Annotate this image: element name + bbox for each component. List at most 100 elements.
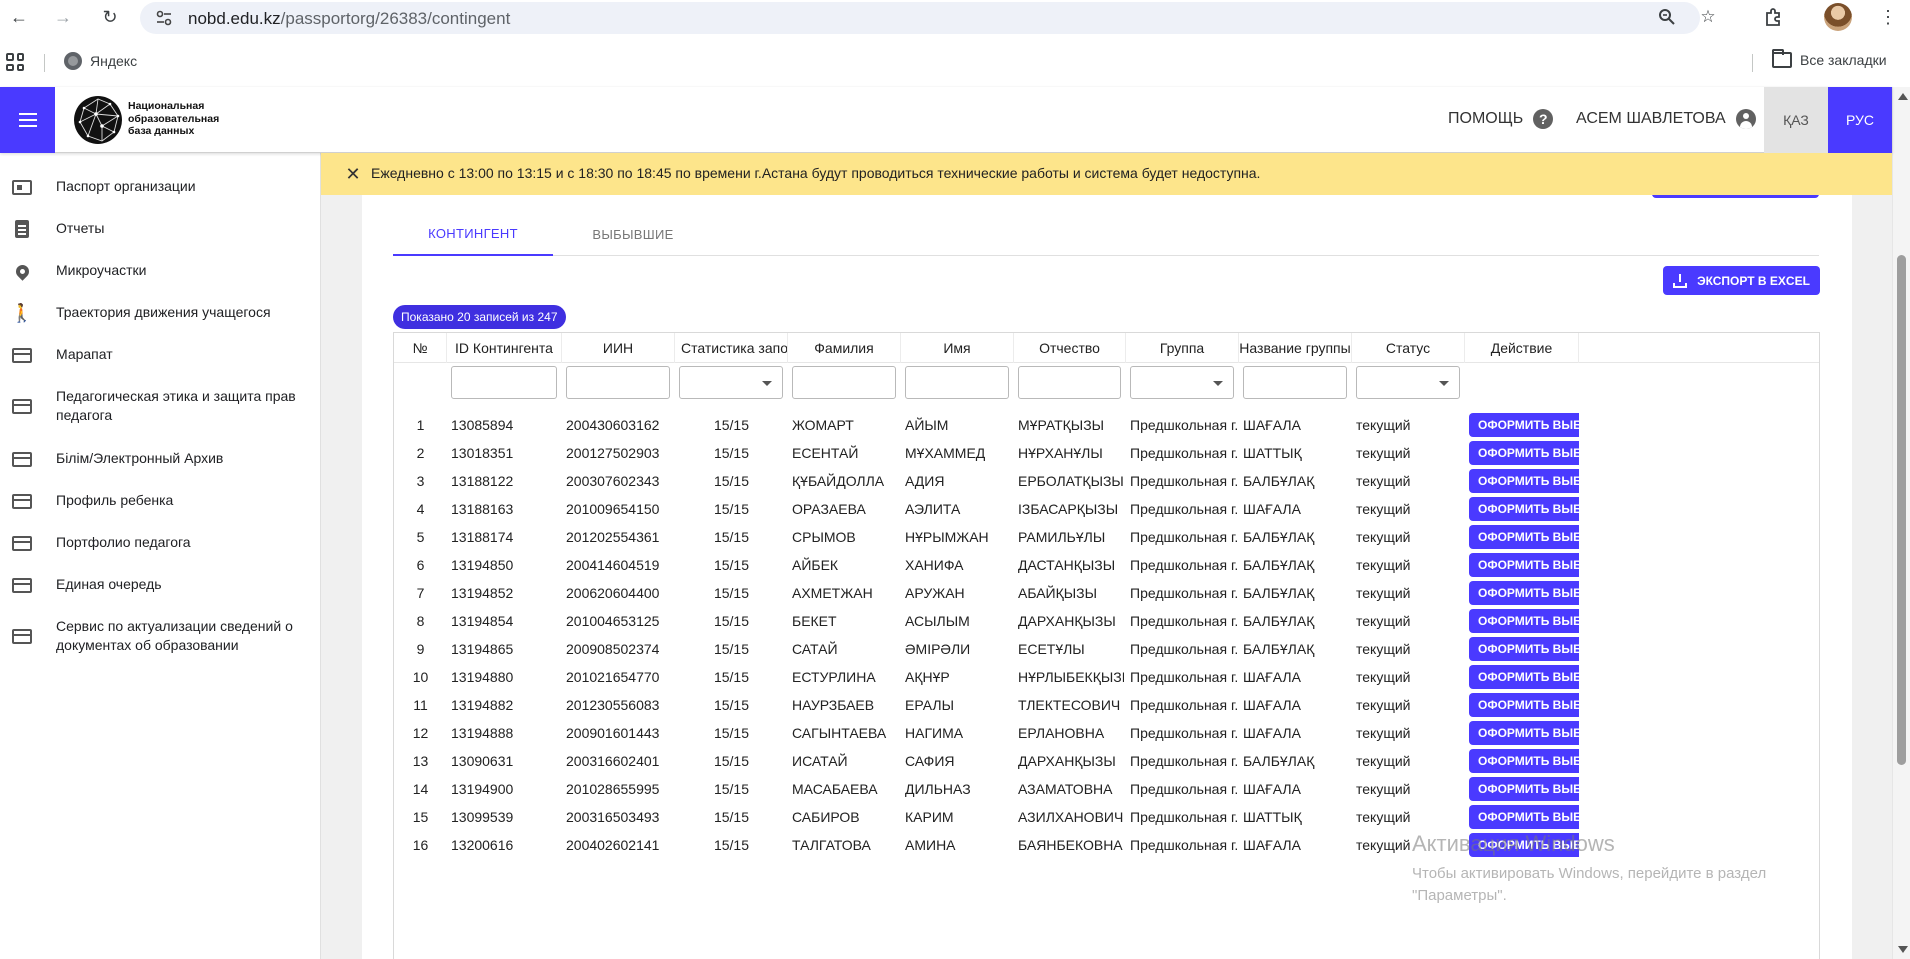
col-name-filter-input[interactable] bbox=[905, 366, 1009, 399]
table-row: 11 13194882 201230556083 15/15 НАУРЗБАЕВ ЕРАЛ… bbox=[394, 691, 1819, 719]
col-fill-stats-cell: 15/15 bbox=[713, 585, 750, 601]
page-scrollbar[interactable] bbox=[1892, 87, 1910, 959]
col-number-cell: 9 bbox=[416, 641, 425, 657]
col-group-name-cell: ШАТТЫҚ bbox=[1243, 809, 1302, 825]
browser-menu-icon[interactable]: ⋮ bbox=[1878, 4, 1898, 30]
col-contingent-id-cell: 13194852 bbox=[451, 585, 514, 601]
scroll-down-icon[interactable] bbox=[1898, 946, 1908, 953]
col-status-cell: текущий bbox=[1356, 613, 1411, 629]
register-dropout-button[interactable]: ОФОРМИТЬ ВЫБЫТИ bbox=[1469, 469, 1579, 493]
register-dropout-button[interactable]: ОФОРМИТЬ ВЫБЫТИ bbox=[1469, 553, 1579, 577]
col-contingent-id-cell: 13194882 bbox=[451, 697, 514, 713]
col-group-header[interactable]: Группа bbox=[1126, 333, 1239, 363]
scrollbar-thumb[interactable] bbox=[1897, 255, 1906, 765]
table-icon bbox=[12, 533, 32, 553]
register-dropout-button[interactable]: ОФОРМИТЬ ВЫБЫТИ bbox=[1469, 665, 1579, 689]
register-dropout-button[interactable]: ОФОРМИТЬ ВЫБЫТИ bbox=[1469, 581, 1579, 605]
col-status-header[interactable]: Статус bbox=[1352, 333, 1465, 363]
col-contingent-id-filter-input[interactable] bbox=[451, 366, 557, 399]
col-patronymic-header[interactable]: Отчество bbox=[1014, 333, 1126, 363]
col-name-cell: АЙЫМ bbox=[905, 417, 949, 433]
tab-contingent[interactable]: КОНТИНГЕНТ bbox=[393, 213, 553, 256]
tab-dropped-out[interactable]: ВЫБЫВШИЕ bbox=[553, 213, 713, 256]
register-dropout-button[interactable]: ОФОРМИТЬ ВЫБЫТИ bbox=[1469, 525, 1579, 549]
col-surname-header[interactable]: Фамилия bbox=[788, 333, 901, 363]
register-dropout-button[interactable]: ОФОРМИТЬ ВЫБЫТИ bbox=[1469, 749, 1579, 773]
col-group-cell: Предшкольная г... bbox=[1130, 725, 1237, 741]
help-button[interactable]: ПОМОЩЬ ? bbox=[1448, 109, 1554, 129]
table-row: 14 13194900 201028655995 15/15 МАСАБАЕВА ДИЛЬ… bbox=[394, 775, 1819, 803]
sidebar-item-label: Профиль ребенка bbox=[56, 492, 174, 508]
col-status-cell: текущий bbox=[1356, 417, 1411, 433]
account-icon bbox=[1735, 109, 1756, 129]
col-status-filter-select[interactable] bbox=[1356, 366, 1460, 399]
col-patronymic-filter-input[interactable] bbox=[1018, 366, 1121, 399]
col-group-filter-select[interactable] bbox=[1130, 366, 1234, 399]
sidebar-item-label: Единая очередь bbox=[56, 576, 162, 592]
col-group-name-cell: ШАҒАЛА bbox=[1243, 501, 1301, 517]
table-icon bbox=[12, 396, 32, 416]
back-arrow-icon[interactable]: ← bbox=[6, 4, 32, 30]
col-patronymic-cell: ДАРХАНҚЫЗЫ bbox=[1018, 613, 1116, 629]
register-dropout-button[interactable]: ОФОРМИТЬ ВЫБЫТИ bbox=[1469, 777, 1579, 801]
col-iin-cell: 201021654770 bbox=[566, 669, 660, 685]
col-fill-stats-cell: 15/15 bbox=[713, 837, 750, 853]
bookmark-yandex[interactable]: Яндекс bbox=[64, 52, 137, 70]
register-dropout-button[interactable]: ОФОРМИТЬ ВЫБЫТИ bbox=[1469, 721, 1579, 745]
address-bar[interactable]: nobd.edu.kz/passportorg/26383/contingent bbox=[140, 2, 1700, 34]
export-excel-button[interactable]: ЭКСПОРТ В EXCEL bbox=[1663, 266, 1820, 295]
table-row: 3 13188122 200307602343 15/15 ҚҰБАЙДОЛЛА АДИЯ… bbox=[394, 467, 1819, 495]
col-group-name-header[interactable]: Название группы bbox=[1239, 333, 1352, 363]
apps-grid-icon[interactable] bbox=[6, 53, 24, 71]
scroll-up-icon[interactable] bbox=[1898, 93, 1908, 100]
col-iin-cell: 200316503493 bbox=[566, 809, 660, 825]
col-group-name-filter-input[interactable] bbox=[1243, 366, 1347, 399]
col-number-header[interactable]: № bbox=[394, 333, 447, 363]
zoom-icon[interactable] bbox=[1656, 6, 1678, 28]
col-name-cell: ХАНИФА bbox=[905, 557, 964, 573]
register-dropout-button[interactable]: ОФОРМИТЬ ВЫБЫТИ bbox=[1469, 497, 1579, 521]
col-patronymic-cell: ДАСТАНҚЫЗЫ bbox=[1018, 557, 1116, 573]
map-pin-icon bbox=[12, 261, 32, 281]
reload-icon[interactable]: ↻ bbox=[97, 4, 123, 30]
close-icon[interactable]: ✕ bbox=[343, 164, 363, 184]
register-dropout-button[interactable]: ОФОРМИТЬ ВЫБЫТИ bbox=[1469, 441, 1579, 465]
col-iin-header[interactable]: ИИН bbox=[562, 333, 675, 363]
register-dropout-button[interactable]: ОФОРМИТЬ ВЫБЫТИ bbox=[1469, 609, 1579, 633]
all-bookmarks-button[interactable]: Все закладки bbox=[1772, 49, 1887, 68]
nobd-logo-icon[interactable] bbox=[74, 96, 122, 144]
col-fill-stats-cell: 15/15 bbox=[713, 753, 750, 769]
col-status-cell: текущий bbox=[1356, 501, 1411, 517]
globe-icon bbox=[64, 52, 82, 70]
register-dropout-button[interactable]: ОФОРМИТЬ ВЫБЫТИ bbox=[1469, 413, 1579, 437]
site-settings-icon[interactable] bbox=[154, 8, 174, 28]
col-patronymic-cell: ЕРЛАНОВНА bbox=[1018, 725, 1105, 741]
extensions-icon[interactable] bbox=[1760, 4, 1786, 30]
col-iin-filter-input[interactable] bbox=[566, 366, 670, 399]
table-icon bbox=[12, 345, 32, 365]
profile-avatar[interactable] bbox=[1824, 3, 1852, 31]
forward-arrow-icon[interactable]: → bbox=[50, 4, 76, 30]
col-fill-stats-cell: 15/15 bbox=[713, 669, 750, 685]
col-number-cell: 12 bbox=[412, 725, 429, 741]
lang-kaz-button[interactable]: ҚАЗ bbox=[1764, 87, 1828, 153]
col-name-header[interactable]: Имя bbox=[901, 333, 1014, 363]
col-number-cell: 10 bbox=[412, 669, 429, 685]
col-fill-stats-filter-select[interactable] bbox=[679, 366, 783, 399]
col-fill-stats-header[interactable]: Статистика заполне bbox=[675, 333, 788, 363]
menu-icon[interactable] bbox=[0, 87, 55, 153]
lang-rus-button[interactable]: РУС bbox=[1828, 87, 1892, 153]
user-menu[interactable]: АСЕМ ШАВЛЕТОВА bbox=[1576, 109, 1756, 129]
register-dropout-button[interactable]: ОФОРМИТЬ ВЫБЫТИ bbox=[1469, 637, 1579, 661]
col-surname-filter-input[interactable] bbox=[792, 366, 896, 399]
bookmark-star-icon[interactable]: ☆ bbox=[1697, 6, 1719, 28]
col-contingent-id-header[interactable]: ID Контингента bbox=[447, 333, 562, 363]
col-group-name-cell: БАЛБҰЛАҚ bbox=[1243, 641, 1315, 657]
table-icon bbox=[12, 575, 32, 595]
col-group-name-cell: ШАҒАЛА bbox=[1243, 725, 1301, 741]
col-patronymic-cell: АБАЙҚЫЗЫ bbox=[1018, 585, 1098, 601]
register-dropout-button[interactable]: ОФОРМИТЬ ВЫБЫТИ bbox=[1469, 693, 1579, 717]
register-dropout-button[interactable]: ОФОРМИТЬ ВЫБЫТИ bbox=[1469, 805, 1579, 829]
table-row: 2 13018351 200127502903 15/15 ЕСЕНТАЙ МҰХАММЕ… bbox=[394, 439, 1819, 467]
col-surname-cell: САТАЙ bbox=[792, 641, 838, 657]
